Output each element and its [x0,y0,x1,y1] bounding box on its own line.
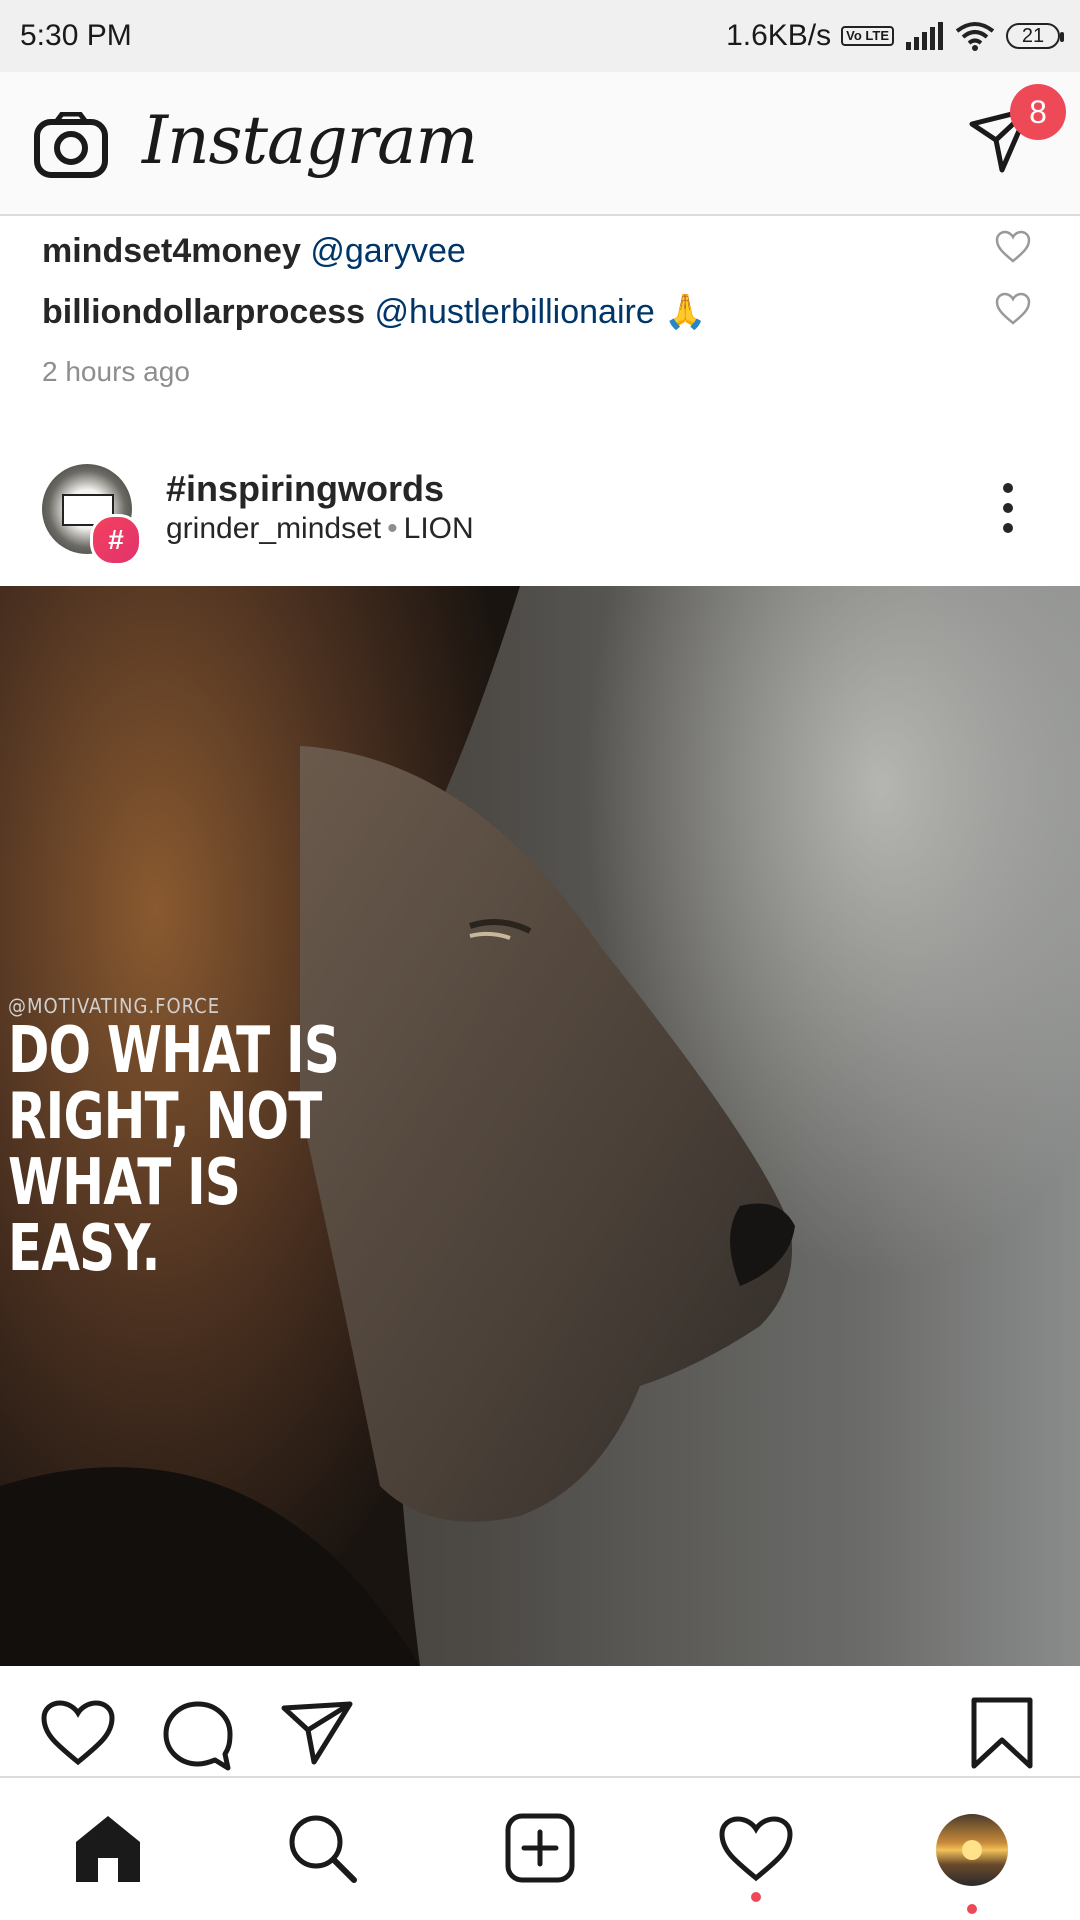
post-image[interactable]: @MOTIVATING.FORCE DO WHAT IS RIGHT, NOT … [0,586,1080,1666]
post-hashtag-title[interactable]: #inspiringwords [166,468,444,510]
status-icons: 1.6KB/s Vo LTE 21 [726,19,1064,53]
bookmark-icon[interactable] [970,1696,1034,1770]
comment-text[interactable]: @hustlerbillionaire 🙏 [375,293,707,331]
more-options-icon[interactable] [994,480,1022,536]
hashtag-badge: # [90,514,142,566]
heart-icon[interactable] [40,1700,116,1766]
image-quote: DO WHAT IS RIGHT, NOT WHAT IS EASY. [8,1014,340,1286]
post-subtitle: grinder_mindset • LION [166,512,474,546]
comment-text[interactable]: @garyvee [310,232,465,270]
activity-notification-dot [751,1892,761,1902]
comment-icon[interactable] [162,1700,234,1772]
post-location[interactable]: LION [404,512,474,545]
signal-icon [906,22,943,50]
bottom-navigation [0,1776,1080,1920]
app-header: Instagram [0,72,1080,216]
post-username[interactable]: grinder_mindset [166,512,381,545]
quote-line: WHAT IS [8,1146,241,1220]
timestamp: 2 hours ago [42,356,190,387]
volte-icon: Vo LTE [841,26,894,46]
share-icon[interactable] [280,1700,354,1766]
status-time: 5:30 PM [20,19,132,52]
status-bar: 5:30 PM 1.6KB/s Vo LTE 21 [0,0,1080,72]
dm-notification-badge: 8 [1010,84,1066,140]
camera-icon[interactable] [34,112,108,178]
quote-line: DO WHAT IS [8,1014,340,1088]
search-icon[interactable] [286,1812,358,1884]
add-post-icon[interactable] [504,1812,576,1884]
separator-dot: • [387,512,398,545]
home-icon[interactable] [72,1812,144,1884]
app-logo: Instagram [142,102,478,179]
post-avatar[interactable]: # [42,464,142,566]
comment-row: billiondollarprocess @hustlerbillionaire… [42,292,707,332]
profile-notification-dot [967,1904,977,1914]
battery-level: 21 [1021,24,1045,47]
comment-username[interactable]: mindset4money [42,232,301,270]
network-speed: 1.6KB/s [726,19,832,52]
comment-username[interactable]: billiondollarprocess [42,293,365,331]
activity-heart-icon[interactable] [718,1816,794,1882]
comment-row: mindset4money @garyvee [42,232,466,271]
quote-line: RIGHT, NOT [8,1080,322,1154]
quote-line: EASY. [8,1212,160,1286]
comment-like-icon[interactable] [994,292,1032,326]
profile-tab[interactable] [936,1814,1008,1886]
comment-like-icon[interactable] [994,230,1032,264]
post-actions [0,1666,1080,1776]
profile-avatar [936,1814,1008,1886]
avatar-sun [962,1840,982,1860]
battery-icon: 21 [1006,23,1064,49]
wifi-icon [955,22,995,51]
